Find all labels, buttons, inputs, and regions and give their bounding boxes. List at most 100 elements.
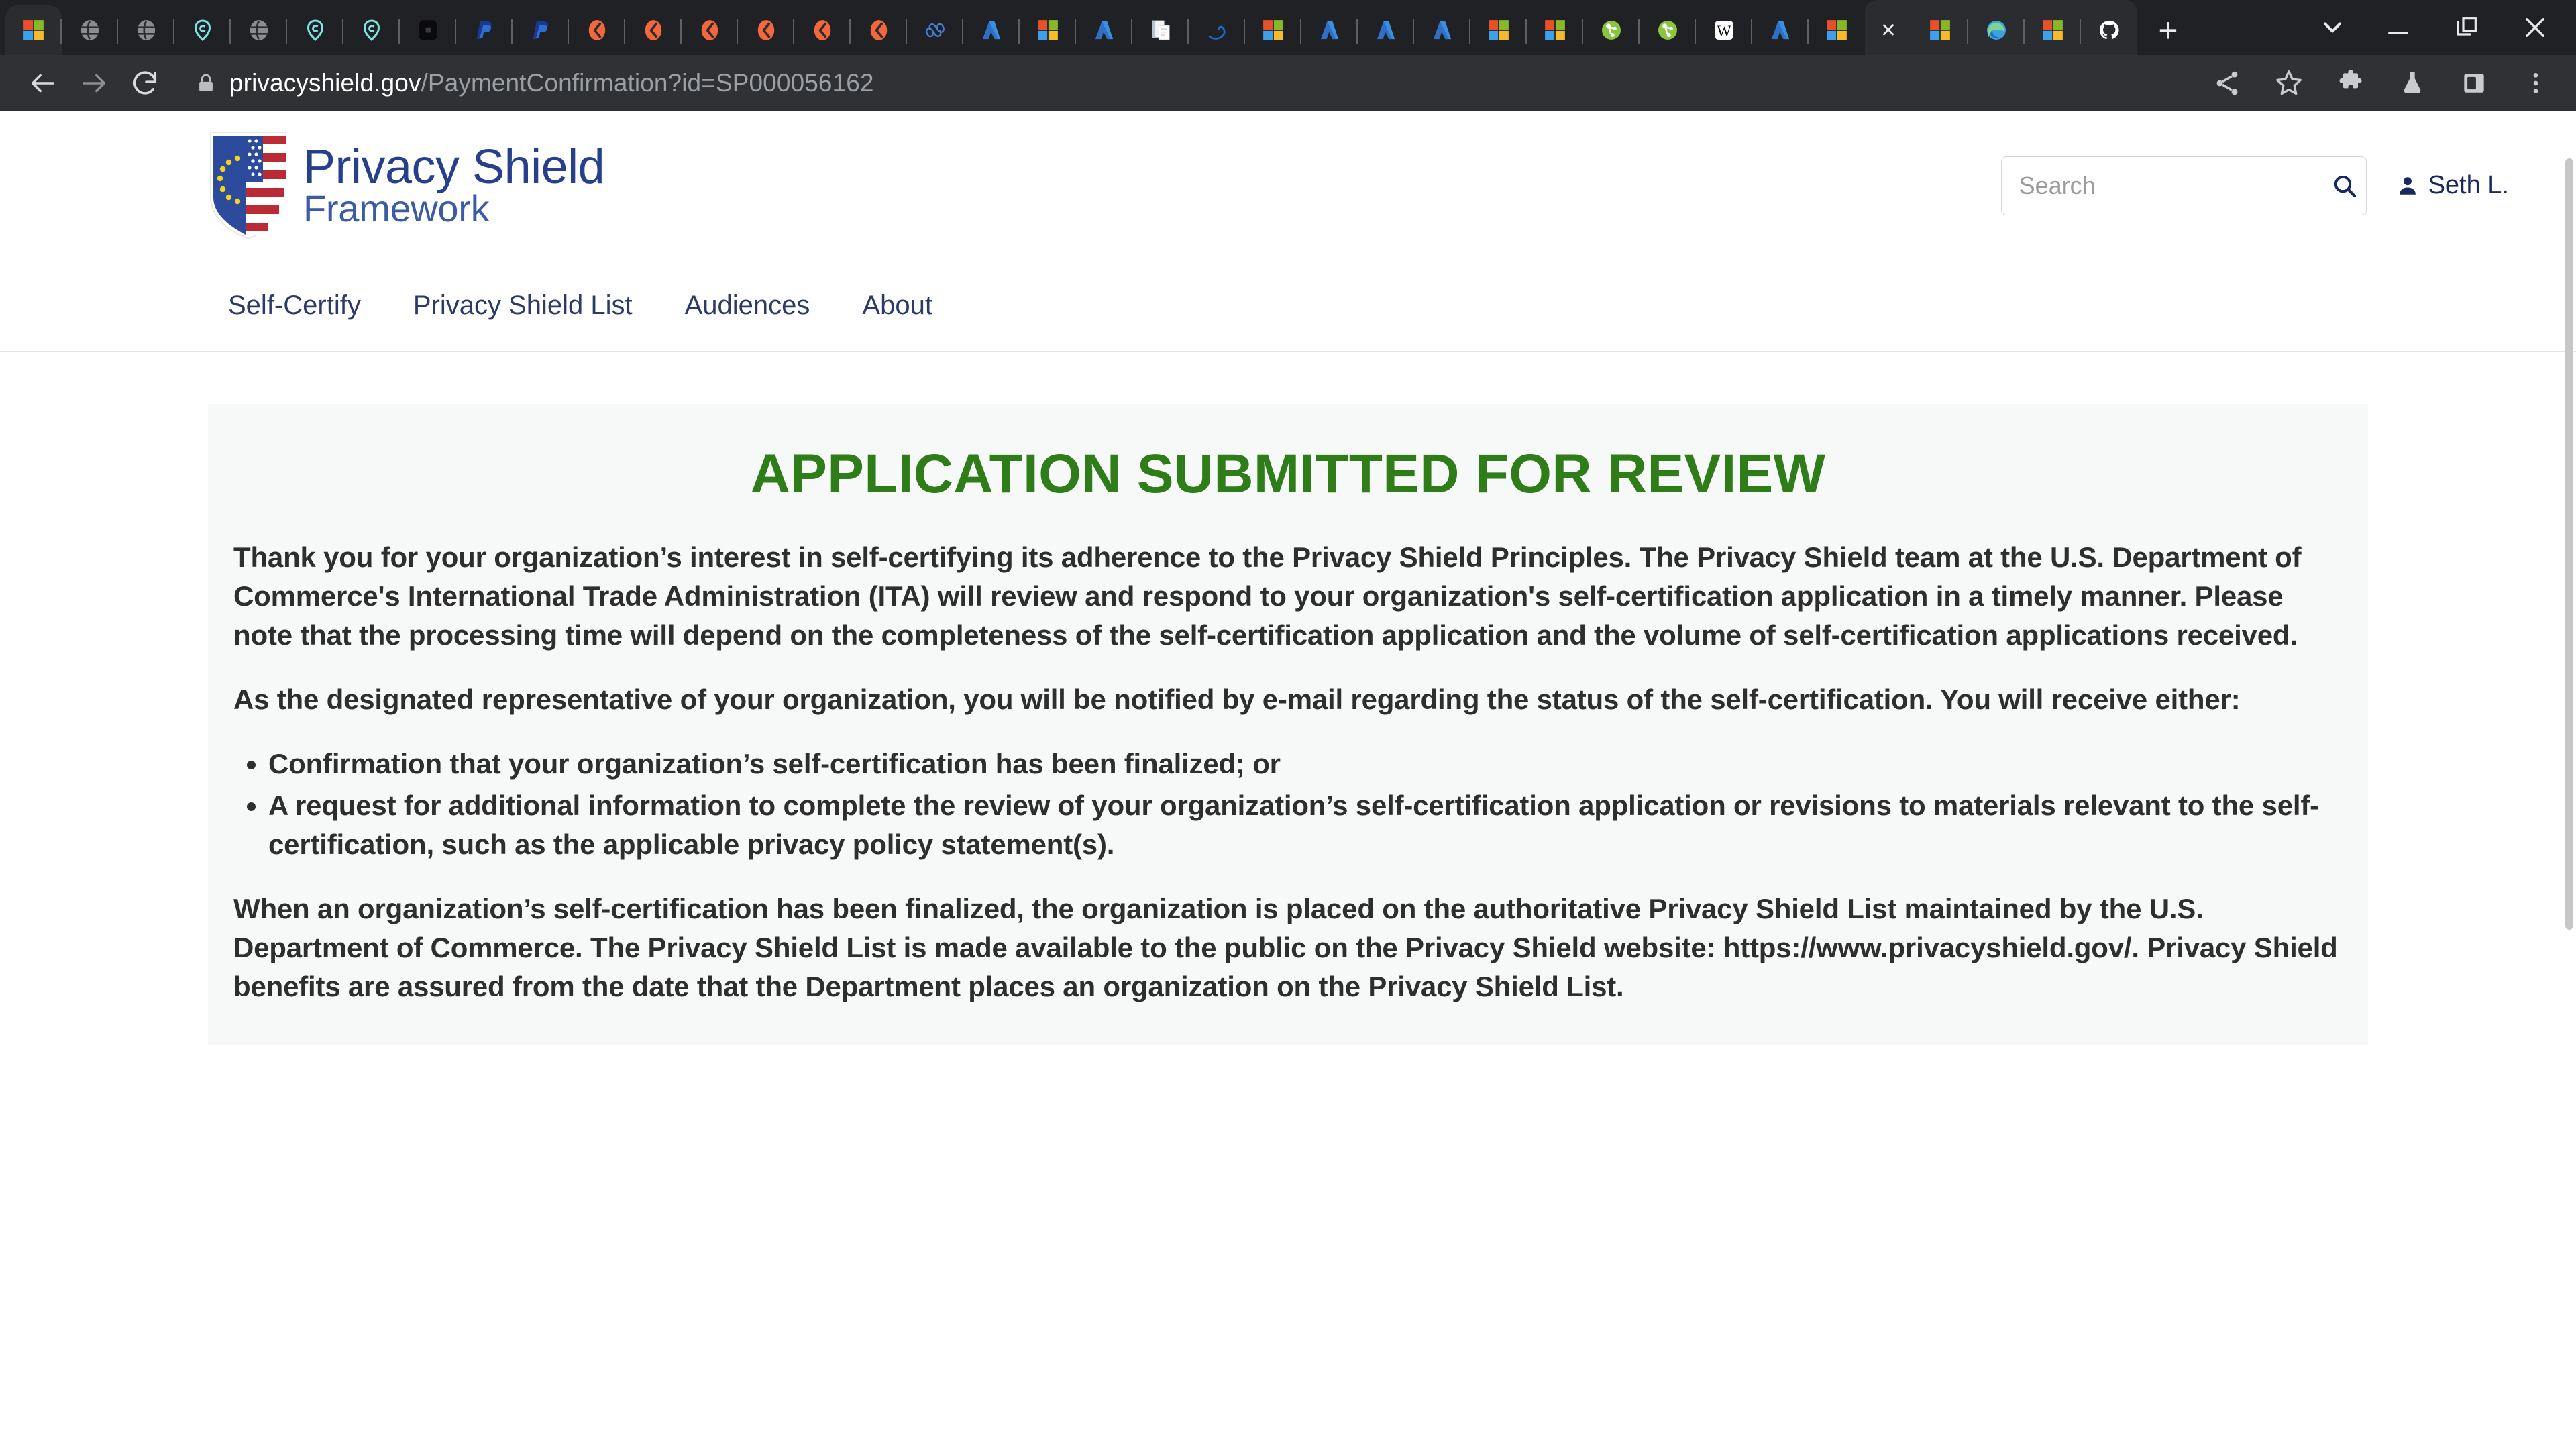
reload-icon[interactable] — [119, 58, 170, 109]
microsoft-logo-icon — [1823, 16, 1851, 44]
browser-tab[interactable] — [1527, 5, 1583, 55]
azure-a-icon — [1766, 16, 1794, 44]
github-icon — [2095, 16, 2123, 44]
orange-chevron-icon — [696, 16, 724, 44]
extensions-puzzle-icon[interactable] — [2328, 60, 2373, 106]
browser-toolbar: privacyshield.gov/PaymentConfirmation?id… — [0, 55, 2576, 111]
browser-tab[interactable] — [738, 5, 794, 55]
side-panel-icon[interactable] — [2451, 60, 2497, 106]
header-right-group: Seth L. — [2000, 156, 2509, 215]
active-tab-group: × — [1865, 0, 2137, 55]
more-menu-icon[interactable] — [2513, 60, 2559, 106]
browser-tab[interactable] — [513, 5, 569, 55]
back-arrow-icon[interactable] — [17, 58, 68, 109]
document-stack-icon — [1146, 16, 1175, 44]
browser-tab[interactable] — [1020, 5, 1076, 55]
browser-tab[interactable] — [1189, 5, 1245, 55]
maximize-icon[interactable] — [2435, 0, 2498, 55]
orange-chevron-icon — [583, 16, 611, 44]
nav-item-audiences[interactable]: Audiences — [685, 290, 810, 321]
browser-window: W × + privacyshield.gov/PaymentConfirmat… — [0, 0, 2576, 1449]
orange-chevron-icon — [865, 16, 893, 44]
user-avatar-icon — [2396, 174, 2419, 197]
azure-a-icon — [1372, 16, 1400, 44]
browser-tab[interactable] — [963, 5, 1020, 55]
site-header: Privacy Shield Framework Seth L. — [0, 111, 2576, 260]
outcome-bullet-list: Confirmation that your organization’s se… — [233, 745, 2343, 864]
microsoft-logo-icon — [1034, 16, 1062, 44]
close-window-icon[interactable] — [2504, 0, 2567, 55]
browser-tab[interactable] — [231, 5, 287, 55]
experiments-flask-icon[interactable] — [2390, 60, 2435, 106]
new-tab-button[interactable]: + — [2137, 5, 2199, 55]
url-domain: privacyshield.gov — [229, 68, 421, 97]
lock-icon — [195, 72, 217, 95]
orange-chevron-icon — [808, 16, 837, 44]
user-account-menu[interactable]: Seth L. — [2396, 171, 2509, 200]
browser-tab[interactable] — [287, 5, 343, 55]
svg-text:W: W — [1717, 23, 1731, 40]
share-icon[interactable] — [2204, 60, 2250, 106]
orange-chevron-icon — [752, 16, 780, 44]
tab-search-chevron-icon[interactable] — [2304, 3, 2361, 52]
browser-tab[interactable] — [118, 5, 174, 55]
browser-tab[interactable] — [174, 5, 231, 55]
browser-tab[interactable] — [343, 5, 400, 55]
browser-tab[interactable] — [1968, 5, 2025, 55]
browser-tab[interactable] — [1301, 5, 1358, 55]
browser-tab[interactable] — [1752, 5, 1809, 55]
search-icon[interactable] — [2331, 172, 2358, 199]
browser-tab[interactable] — [2081, 5, 2137, 55]
browser-tab[interactable] — [456, 5, 513, 55]
browser-tab[interactable] — [1470, 5, 1527, 55]
microsoft-logo-icon — [2039, 16, 2067, 44]
outcome-bullet: A request for additional information to … — [268, 786, 2343, 864]
user-name: Seth L. — [2428, 171, 2509, 199]
azure-a-icon — [1316, 16, 1344, 44]
browser-tab[interactable] — [569, 5, 625, 55]
tab-strip: W × + — [0, 0, 2576, 55]
content-wrapper: APPLICATION SUBMITTED FOR REVIEW Thank y… — [0, 352, 2576, 1045]
page-scrollbar[interactable] — [2563, 111, 2576, 1449]
search-input[interactable] — [2019, 171, 2331, 200]
bookmark-star-icon[interactable] — [2266, 60, 2312, 106]
minimize-icon[interactable] — [2367, 0, 2430, 55]
close-tab-button[interactable]: × — [1865, 5, 1912, 55]
privacy-shield-logo-icon — [210, 131, 286, 239]
globe-gray-icon — [132, 16, 160, 44]
browser-tab[interactable] — [907, 5, 963, 55]
browser-tab[interactable] — [1414, 5, 1470, 55]
browser-tab[interactable] — [851, 5, 907, 55]
nav-item-self-certify[interactable]: Self-Certify — [228, 290, 361, 321]
browser-tab[interactable] — [625, 5, 682, 55]
site-logo[interactable]: Privacy Shield Framework — [208, 130, 605, 241]
toolbar-icon-group — [2191, 60, 2559, 106]
browser-tab[interactable] — [1132, 5, 1189, 55]
browser-tab[interactable]: W — [1696, 5, 1752, 55]
microsoft-logo-icon — [1541, 16, 1569, 44]
browser-tab[interactable] — [1809, 5, 1865, 55]
browser-tab[interactable] — [2025, 5, 2081, 55]
microsoft-logo-icon — [1259, 16, 1287, 44]
wikipedia-w-icon: W — [1710, 16, 1738, 44]
nav-item-privacy-shield-list[interactable]: Privacy Shield List — [413, 290, 633, 321]
page-viewport: Privacy Shield Framework Seth L. — [0, 111, 2576, 1449]
browser-tab[interactable] — [5, 5, 62, 55]
scrollbar-thumb[interactable] — [2565, 158, 2573, 930]
browser-tab[interactable] — [794, 5, 851, 55]
browser-tab[interactable] — [1640, 5, 1696, 55]
browser-tab[interactable] — [62, 5, 118, 55]
address-bar[interactable]: privacyshield.gov/PaymentConfirmation?id… — [182, 58, 2191, 109]
browser-tab[interactable] — [1076, 5, 1132, 55]
site-search-box[interactable] — [2000, 156, 2367, 215]
teal-g-icon — [358, 16, 386, 44]
browser-tab[interactable] — [1358, 5, 1414, 55]
browser-tab[interactable] — [1912, 5, 1968, 55]
browser-tab[interactable] — [400, 5, 456, 55]
browser-tab[interactable] — [1245, 5, 1301, 55]
nav-item-about[interactable]: About — [862, 290, 932, 321]
forward-arrow-icon[interactable] — [68, 58, 119, 109]
browser-tab[interactable] — [682, 5, 738, 55]
dolphin-icon — [1203, 16, 1231, 44]
browser-tab[interactable] — [1583, 5, 1640, 55]
